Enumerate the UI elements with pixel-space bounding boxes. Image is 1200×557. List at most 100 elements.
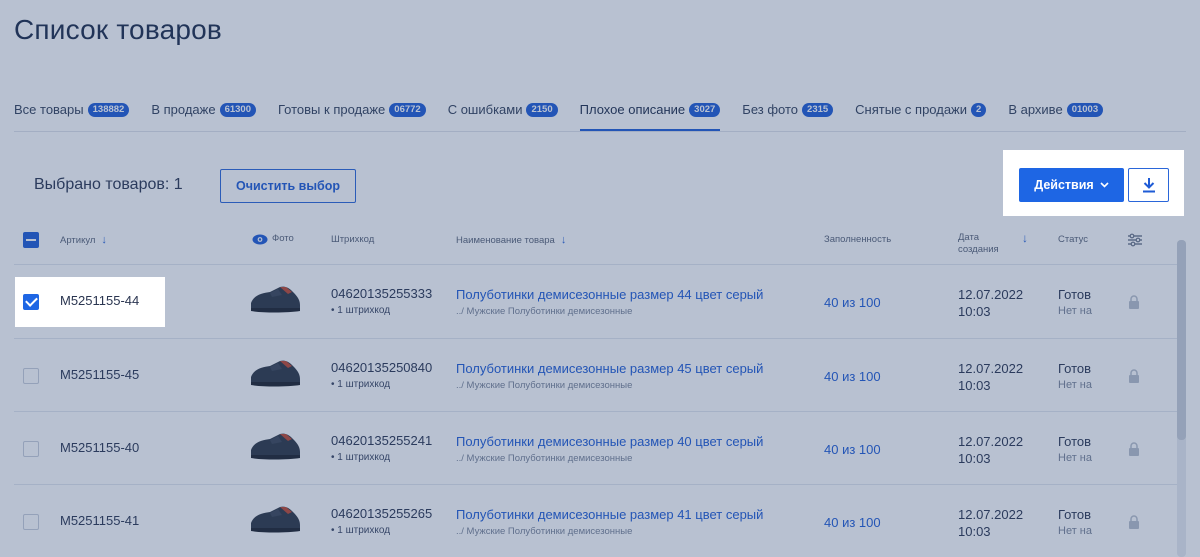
date-value: 12.07.2022: [958, 287, 1024, 302]
lock-icon: [1129, 295, 1139, 309]
lock-icon: [1129, 369, 1139, 383]
tab-count-badge: 06772: [389, 103, 426, 117]
product-name-link[interactable]: Полуботинки демисезонные размер 40 цвет …: [456, 434, 763, 449]
tabs-divider: [14, 131, 1186, 132]
header-label: Наименование товара: [456, 235, 555, 246]
tab-label: Плохое описание: [579, 102, 686, 117]
header-name[interactable]: Наименование товара ↓: [456, 234, 566, 247]
table-row[interactable]: M5251155-41 04620135255265 • 1 штрихкод …: [0, 485, 1200, 557]
shoe-photo[interactable]: [248, 357, 302, 389]
fill-score-link[interactable]: 40 из 100: [824, 442, 881, 457]
sort-arrow-icon[interactable]: ↓: [561, 234, 567, 246]
tab-label: Все товары: [14, 102, 84, 117]
actions-dropdown-button[interactable]: Действия: [1019, 168, 1124, 202]
row-checkbox[interactable]: [23, 441, 39, 457]
barcode-count: • 1 штрихкод: [331, 452, 391, 463]
tabs-bar: Все товары 138882 В продаже 61300 Готовы к…: [14, 102, 1125, 132]
product-name-link[interactable]: Полуботинки демисезонные размер 45 цвет …: [456, 361, 763, 376]
fill-score-link[interactable]: 40 из 100: [824, 295, 881, 310]
sku-cell: M5251155-40: [60, 440, 140, 455]
tab-all[interactable]: Все товары 138882: [14, 102, 130, 132]
lock-icon: [1129, 442, 1139, 456]
created-date: 12.07.2022 10:03: [958, 506, 1023, 540]
tab-count-badge: 3027: [689, 103, 721, 117]
status-cell: Готов: [1058, 507, 1092, 522]
table-row[interactable]: M5251155-40 04620135255241 • 1 штрихкод …: [0, 412, 1200, 484]
table-header: Артикул ↓ Фото Штрихкод Наименование това…: [0, 222, 1200, 262]
shoe-photo[interactable]: [248, 283, 302, 315]
tab-count-badge: 01003: [1066, 103, 1104, 117]
highlighted-actions: Действия: [1003, 150, 1184, 216]
download-icon: [1142, 178, 1155, 193]
eye-icon[interactable]: [252, 234, 268, 245]
tab-label: В архиве: [1008, 102, 1063, 117]
sku-cell: M5251155-45: [60, 367, 140, 382]
header-label: Артикул: [60, 235, 96, 246]
shoe-photo[interactable]: [248, 430, 302, 462]
barcode-cell: 04620135255265: [331, 506, 433, 521]
tab-count-badge: 2150: [526, 103, 558, 117]
barcode-cell: 04620135255241: [331, 433, 433, 448]
scrollbar-thumb[interactable]: [1177, 240, 1186, 440]
tab-no-photo[interactable]: Без фото 2315: [742, 102, 834, 132]
tab-label: Без фото: [742, 102, 799, 117]
tab-errors[interactable]: С ошибками 2150: [448, 102, 558, 132]
tab-label: С ошибками: [447, 102, 523, 117]
select-all-checkbox[interactable]: [23, 232, 39, 248]
tab-label: Готовы к продаже: [278, 102, 386, 117]
tab-count-badge: 61300: [219, 103, 256, 117]
actions-label: Действия: [1034, 178, 1094, 192]
page-title: Список товаров: [14, 14, 222, 45]
tab-count-badge: 138882: [87, 103, 130, 117]
selected-count-label: Выбрано товаров: 1: [34, 176, 183, 193]
highlighted-selected-row: M5251155-44: [15, 277, 165, 327]
tab-removed[interactable]: Снятые с продажи 2: [855, 102, 987, 132]
status-sub: Нет на: [1058, 452, 1092, 464]
tab-bad-description[interactable]: Плохое описание 3027: [579, 102, 721, 132]
header-photo: Фото: [252, 233, 294, 245]
lock-icon: [1129, 515, 1139, 529]
download-button[interactable]: [1128, 168, 1169, 202]
tab-ready[interactable]: Готовы к продаже 06772: [278, 102, 426, 132]
product-list-page: Список товаров Все товары 138882 В продаж…: [0, 0, 1200, 557]
sku-cell: M5251155-44: [60, 293, 140, 308]
product-category: ../ Мужские Полуботинки демисезонные: [456, 526, 633, 537]
product-name-link[interactable]: Полуботинки демисезонные размер 44 цвет …: [456, 287, 763, 302]
time-value: 10:03: [958, 378, 991, 393]
header-date[interactable]: Дата создания: [958, 232, 999, 256]
tab-archive[interactable]: В архиве 01003: [1008, 102, 1104, 132]
fill-score-link[interactable]: 40 из 100: [824, 369, 881, 384]
created-date: 12.07.2022 10:03: [958, 433, 1023, 467]
time-value: 10:03: [958, 524, 991, 539]
header-score: Заполненность: [824, 234, 892, 245]
tab-count-badge: 2: [971, 103, 987, 117]
barcode-count: • 1 штрихкод: [331, 305, 391, 316]
product-category: ../ Мужские Полуботинки демисезонные: [456, 380, 633, 391]
status-cell: Готов: [1058, 287, 1092, 302]
shoe-photo[interactable]: [248, 503, 302, 535]
column-settings-icon[interactable]: [1127, 233, 1143, 247]
product-name-link[interactable]: Полуботинки демисезонные размер 41 цвет …: [456, 507, 763, 522]
time-value: 10:03: [958, 304, 991, 319]
table-row[interactable]: M5251155-44 04620135255333 • 1 штрихкод …: [0, 265, 1200, 337]
tab-on-sale[interactable]: В продаже 61300: [151, 102, 256, 132]
status-sub: Нет на: [1058, 379, 1092, 391]
table-row[interactable]: M5251155-45 04620135250840 • 1 штрихкод …: [0, 339, 1200, 411]
barcode-cell: 04620135250840: [331, 360, 433, 375]
created-date: 12.07.2022 10:03: [958, 360, 1023, 394]
fill-score-link[interactable]: 40 из 100: [824, 515, 881, 530]
header-sku[interactable]: Артикул ↓: [60, 234, 107, 247]
row-checkbox-checked[interactable]: [23, 294, 39, 310]
tab-label: В продаже: [151, 102, 216, 117]
row-checkbox[interactable]: [23, 514, 39, 530]
tab-label: Снятые с продажи: [855, 102, 968, 117]
header-status: Статус: [1058, 234, 1089, 245]
product-category: ../ Мужские Полуботинки демисезонные: [456, 306, 633, 317]
clear-selection-button[interactable]: Очистить выбор: [220, 169, 356, 203]
sort-arrow-icon[interactable]: ↓: [101, 234, 107, 246]
date-value: 12.07.2022: [958, 361, 1024, 376]
status-sub: Нет на: [1058, 305, 1092, 317]
row-checkbox[interactable]: [23, 368, 39, 384]
status-sub: Нет на: [1058, 525, 1092, 537]
sort-arrow-icon[interactable]: ↓: [1022, 232, 1028, 244]
